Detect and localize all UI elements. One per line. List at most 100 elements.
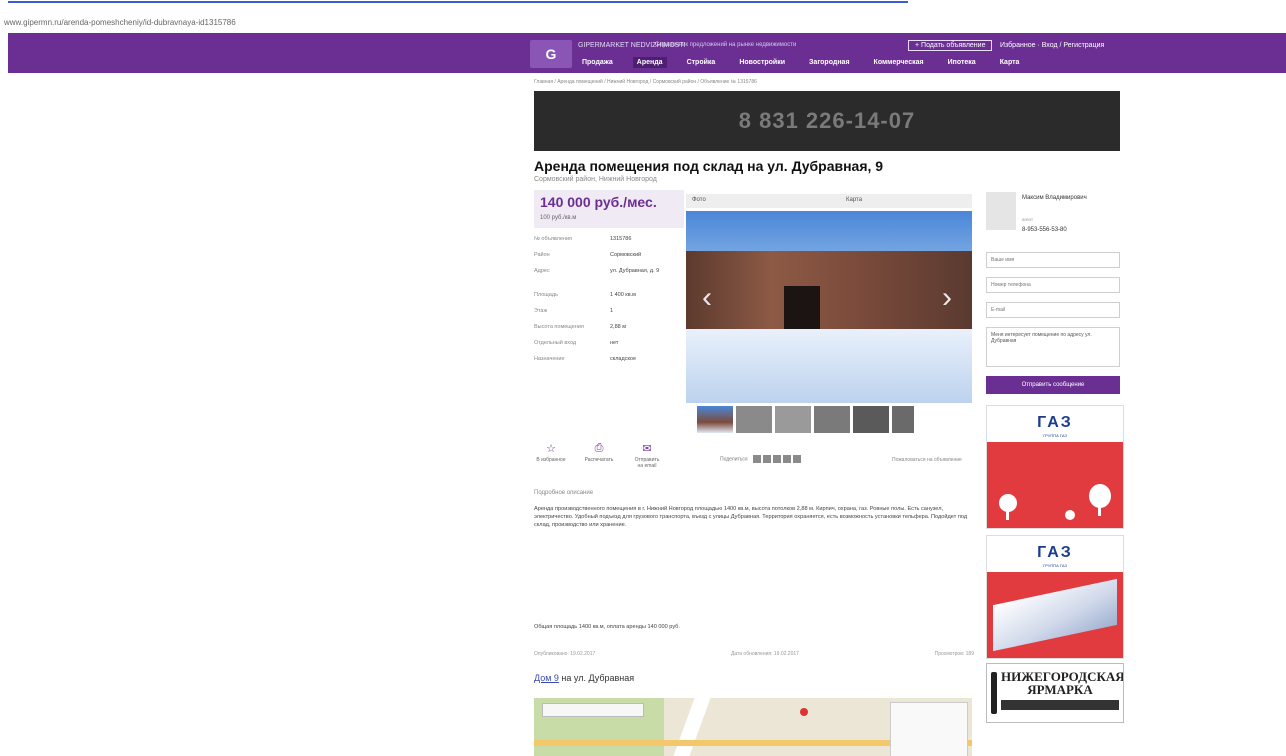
nav-item[interactable]: Коммерческая: [870, 57, 928, 68]
spec-key: Адрес: [534, 268, 550, 274]
spec-row: Площадь 1 400 кв.м: [534, 291, 684, 307]
description-heading: Подробное описание: [534, 490, 594, 496]
map-title-rest: на ул. Дубравная: [561, 673, 635, 683]
spec-value: 2,88 м: [610, 324, 627, 330]
social-icon[interactable]: [773, 455, 782, 463]
price-box: 140 000 руб./мес. 100 руб./кв.м: [534, 190, 684, 228]
site-logo[interactable]: G: [530, 40, 572, 68]
nav-item[interactable]: Новостройки: [735, 57, 789, 68]
thumbnail[interactable]: [814, 406, 850, 433]
thumbnail-strip: [697, 406, 914, 433]
spec-value: 1: [610, 308, 614, 314]
spec-value: нет: [610, 340, 619, 346]
social-icon[interactable]: [793, 455, 802, 463]
social-icon[interactable]: [783, 455, 792, 463]
message-field[interactable]: Меня интересует помещение по адресу ул. …: [986, 327, 1120, 367]
listing-actions: ☆ В избранное ⎙ Распечатать ✉ Отправить на …: [536, 442, 662, 469]
add-listing-button[interactable]: + Подать объявление: [908, 40, 993, 51]
action-label: В избранное: [536, 457, 566, 463]
spec-key: Высота помещения: [534, 324, 584, 330]
top-links[interactable]: Избранное · Вход / Регистрация: [1000, 42, 1104, 49]
main-photo[interactable]: ‹ ›: [686, 211, 972, 403]
contact-role: агент: [1022, 217, 1034, 222]
next-photo-icon[interactable]: ›: [942, 281, 952, 315]
spec-value: 1315786: [610, 236, 632, 242]
social-icon[interactable]: [753, 455, 762, 463]
ad-sub: ГРУППА ГАЗ: [1043, 563, 1067, 568]
link-underline: [8, 0, 908, 3]
map-pin-icon[interactable]: [800, 708, 808, 716]
url-text[interactable]: www.gipermn.ru/arenda-pomeshcheniy/id-du…: [4, 18, 236, 27]
thumbnail[interactable]: [736, 406, 772, 433]
star-icon: ☆: [546, 443, 556, 455]
nav-item[interactable]: Ипотека: [944, 57, 980, 68]
page-subtitle: Сормовский район, Нижний Новгород: [534, 176, 657, 183]
spec-key: Этаж: [534, 308, 548, 314]
social-icon[interactable]: [763, 455, 772, 463]
spec-key: Назначение: [534, 356, 565, 362]
browser-bar: www.gipermn.ru/arenda-pomeshcheniy/id-du…: [0, 0, 1286, 32]
photo-tabs: Фото Карта: [686, 194, 972, 208]
thumbnail[interactable]: [853, 406, 889, 433]
map-title: Дом 9 на ул. Дубравная: [534, 673, 634, 683]
email-field[interactable]: [986, 302, 1120, 318]
contact-name: Максим Владимирович: [1022, 195, 1087, 201]
thumbnail[interactable]: [775, 406, 811, 433]
ad-fair[interactable]: НИЖЕГОРОДСКАЯ ЯРМАРКА: [986, 663, 1124, 723]
spec-value: складское: [610, 356, 637, 362]
spec-table: № объявления 1315786 Район Сормовский Адре…: [534, 235, 684, 371]
tree-icon: [1089, 484, 1111, 508]
breadcrumb[interactable]: Главная / Аренда помещений / Нижний Новг…: [534, 79, 757, 85]
action-label: Отправить на email: [634, 457, 660, 469]
site-tagline: Справочник предложений на рынке недвижим…: [655, 42, 797, 48]
spec-value: Сормовский: [610, 252, 642, 258]
email-action[interactable]: ✉ Отправить на email: [632, 442, 662, 469]
building-link[interactable]: Дом 9: [534, 673, 559, 683]
tree-trunk: [1006, 510, 1009, 520]
spec-row: Отдельный вход нет: [534, 339, 684, 355]
price-per-sqm: 100 руб./кв.м: [540, 215, 577, 221]
phone-field[interactable]: [986, 277, 1120, 293]
ad-gaz-1[interactable]: ГАЗ ГРУППА ГАЗ: [986, 405, 1124, 529]
favorite-action[interactable]: ☆ В избранное: [536, 442, 566, 469]
bottle-icon: [991, 672, 997, 714]
map-toolbar[interactable]: [542, 703, 644, 717]
name-field[interactable]: [986, 252, 1120, 268]
ad-header: ГАЗ ГРУППА ГАЗ: [987, 406, 1123, 442]
spec-key: Отдельный вход: [534, 340, 577, 346]
spec-row: Адрес ул. Дубравная, д. 9: [534, 267, 684, 291]
thumbnail[interactable]: [697, 406, 733, 433]
prev-photo-icon[interactable]: ‹: [702, 281, 712, 315]
ad-title: НИЖЕГОРОДСКАЯ ЯРМАРКА: [1001, 669, 1124, 697]
tab-photo[interactable]: Фото: [692, 197, 706, 203]
ad-sub: ГРУППА ГАЗ: [1043, 433, 1067, 438]
spec-row: Этаж 1: [534, 307, 684, 323]
truck-image: [993, 578, 1117, 652]
spec-key: Район: [534, 252, 550, 258]
thumbnail[interactable]: [892, 406, 914, 433]
tab-map[interactable]: Карта: [846, 197, 862, 203]
share-icons: [753, 455, 802, 463]
map[interactable]: [534, 698, 972, 756]
spec-key: Площадь: [534, 292, 558, 298]
nav-item[interactable]: Карта: [996, 57, 1024, 68]
complaint-link[interactable]: Пожаловаться на объявление: [892, 457, 962, 463]
contact-phone[interactable]: 8-953-556-53-80: [1022, 227, 1067, 233]
banner-phone: 8 831 226-14-07: [738, 108, 916, 133]
map-layers-panel[interactable]: [890, 702, 968, 756]
share-block: Поделиться: [720, 455, 802, 463]
send-message-button[interactable]: Отправить сообщение: [986, 376, 1120, 394]
nav-item[interactable]: Стройка: [683, 57, 720, 68]
spec-row: Высота помещения 2,88 м: [534, 323, 684, 339]
ad-banner[interactable]: 8 831 226-14-07: [534, 91, 1120, 151]
nav-item[interactable]: Продажа: [578, 57, 617, 68]
nav-item[interactable]: Загородная: [805, 57, 854, 68]
ad-logo: ГАЗ: [1037, 544, 1073, 561]
ad-strip: [1001, 700, 1119, 710]
listing-dates: Опубликовано: 19.02.2017 Дата обновления…: [534, 651, 974, 657]
tree-trunk: [1098, 506, 1101, 516]
ad-gaz-2[interactable]: ГАЗ ГРУППА ГАЗ: [986, 535, 1124, 659]
page-title: Аренда помещения под склад на ул. Дубрав…: [534, 158, 884, 174]
nav-item-active[interactable]: Аренда: [632, 57, 667, 68]
print-action[interactable]: ⎙ Распечатать: [584, 442, 614, 469]
